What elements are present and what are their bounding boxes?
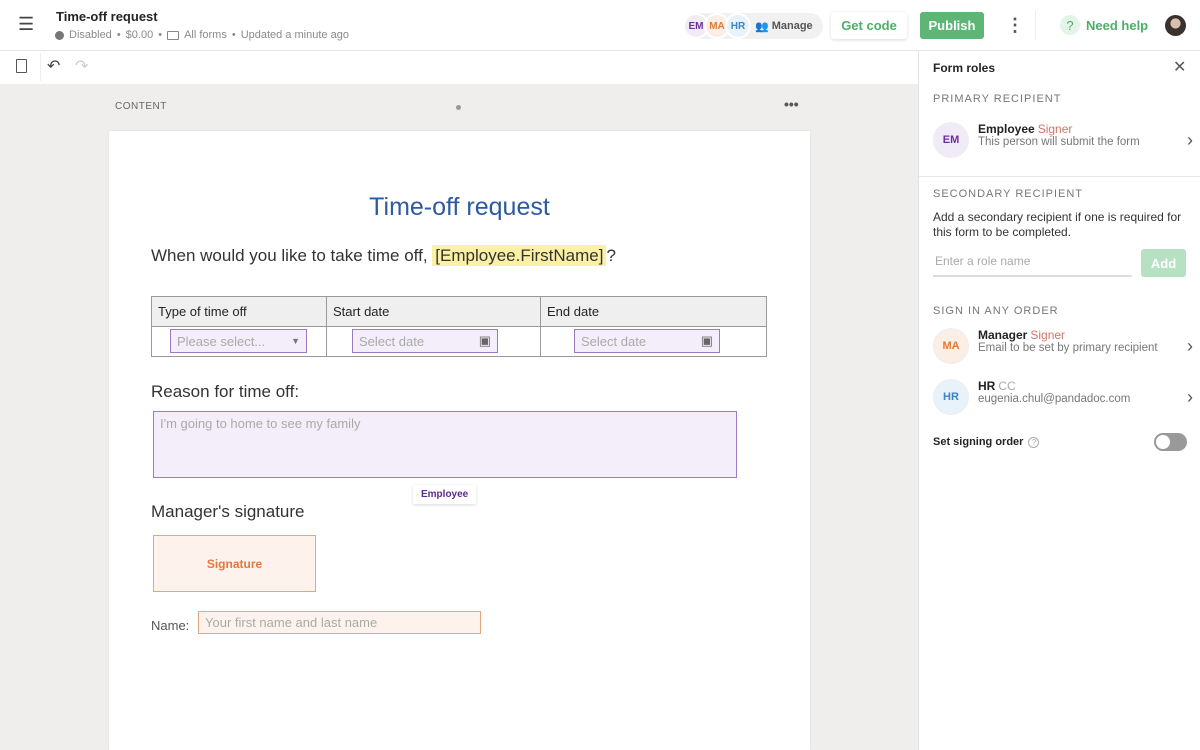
reason-placeholder: I'm going to home to see my family xyxy=(160,416,361,431)
name-input[interactable]: Your first name and last name xyxy=(198,611,481,634)
chevron-right-icon: › xyxy=(1187,387,1193,407)
reason-textarea[interactable]: I'm going to home to see my family xyxy=(153,411,737,478)
info-icon[interactable]: ? xyxy=(1028,436,1040,448)
role-description: eugenia.chul@pandadoc.com xyxy=(978,393,1131,405)
form-question: When would you like to take time off, [E… xyxy=(151,245,616,266)
get-code-button[interactable]: Get code xyxy=(831,12,907,39)
role-item-manager[interactable]: MA Manager Signer Email to be set by prim… xyxy=(933,328,1193,368)
order-heading: SIGN IN ANY ORDER xyxy=(933,305,1059,317)
document-title[interactable]: Time-off request xyxy=(56,9,158,24)
roles-manage[interactable]: EM MA HR 👥 Manage xyxy=(683,13,823,39)
role-name: HR xyxy=(978,379,996,393)
column-header: Type of time off xyxy=(151,296,327,327)
redo-icon[interactable]: ↷ xyxy=(75,56,88,76)
add-role-button[interactable]: Add xyxy=(1141,249,1186,277)
calendar-icon: ▣ xyxy=(478,333,491,348)
status-dot-icon xyxy=(55,30,64,40)
select-placeholder: Please select... xyxy=(177,333,266,349)
more-options-icon[interactable]: ⋮ xyxy=(1006,14,1024,36)
folder-icon xyxy=(167,30,180,40)
form-roles-panel: Form roles ✕ PRIMARY RECIPIENT EM Employ… xyxy=(918,51,1200,750)
column-header: End date xyxy=(540,296,767,327)
signing-order-label: Set signing order xyxy=(933,436,1024,448)
chevron-right-icon: › xyxy=(1187,130,1193,150)
top-bar: ☰ Time-off request Disabled • $0.00 • All … xyxy=(0,0,1200,51)
field-role-tag: Employee xyxy=(413,485,477,504)
end-date-input[interactable]: Select date ▣ xyxy=(574,329,720,353)
signature-field[interactable]: Signature xyxy=(153,535,316,592)
role-avatar: EM xyxy=(933,122,969,158)
date-placeholder: Select date xyxy=(359,333,425,349)
question-end: ? xyxy=(606,246,616,265)
dropdown-icon: ▼ xyxy=(291,336,300,346)
signing-order-toggle[interactable] xyxy=(1154,433,1187,451)
role-description: Email to be set by primary recipient xyxy=(978,342,1158,354)
name-label: Name: xyxy=(151,618,190,633)
help-icon: ? xyxy=(1060,15,1080,35)
role-type: Signer xyxy=(1037,122,1073,136)
price: $0.00 xyxy=(125,29,154,41)
help-label: Need help xyxy=(1086,17,1149,33)
role-avatar: HR xyxy=(933,379,969,415)
primary-heading: PRIMARY RECIPIENT xyxy=(933,93,1062,105)
drag-handle-icon[interactable] xyxy=(456,105,461,110)
role-avatar: HR xyxy=(725,13,751,39)
pages-icon[interactable] xyxy=(16,59,27,73)
variable-token[interactable]: [Employee.FirstName] xyxy=(432,245,607,266)
folder-link[interactable]: All forms xyxy=(184,29,227,41)
secondary-heading: SECONDARY RECIPIENT xyxy=(933,188,1084,200)
undo-icon[interactable]: ↶ xyxy=(47,56,60,76)
updated-text: Updated a minute ago xyxy=(240,29,349,41)
date-placeholder: Select date xyxy=(581,333,647,349)
role-avatar: MA xyxy=(933,328,969,364)
user-avatar[interactable] xyxy=(1165,15,1186,36)
menu-icon[interactable]: ☰ xyxy=(18,15,34,33)
signing-order-row: Set signing order ? xyxy=(933,436,1040,448)
role-name-input[interactable]: Enter a role name xyxy=(933,254,1132,277)
panel-title: Form roles xyxy=(933,61,996,75)
role-type: CC xyxy=(998,379,1016,393)
role-item-employee[interactable]: EM Employee Signer This person will submi… xyxy=(933,122,1193,162)
chevron-right-icon: › xyxy=(1187,336,1193,356)
start-date-input[interactable]: Select date ▣ xyxy=(352,329,498,353)
role-name: Manager xyxy=(978,328,1028,342)
role-name: Employee xyxy=(978,122,1035,136)
form-page: Time-off request When would you like to … xyxy=(109,131,810,750)
column-header: Start date xyxy=(326,296,541,327)
section-label: CONTENT xyxy=(115,101,167,112)
form-title: Time-off request xyxy=(369,193,550,221)
calendar-icon: ▣ xyxy=(700,333,713,348)
publish-button[interactable]: Publish xyxy=(920,12,984,39)
manage-label: Manage xyxy=(771,20,813,32)
close-icon[interactable]: ✕ xyxy=(1173,57,1186,77)
role-item-hr[interactable]: HR HR CC eugenia.chul@pandadoc.com › xyxy=(933,379,1193,419)
secondary-description: Add a secondary recipient if one is requ… xyxy=(933,210,1182,239)
signature-heading: Manager's signature xyxy=(151,502,305,521)
name-placeholder: Your first name and last name xyxy=(205,615,378,630)
role-type: Signer xyxy=(1030,328,1066,342)
document-meta: Disabled • $0.00 • All forms • Updated a mi… xyxy=(55,29,349,41)
people-icon: 👥 xyxy=(755,20,769,33)
help-button[interactable]: ? Need help xyxy=(1060,15,1148,35)
type-select[interactable]: Please select... ▼ xyxy=(170,329,307,353)
status-text: Disabled xyxy=(69,29,112,41)
role-description: This person will submit the form xyxy=(978,136,1140,148)
editor-toolbar: ↶ ↷ xyxy=(0,51,918,84)
question-text: When would you like to take time off, xyxy=(151,246,428,265)
section-options-icon[interactable]: ••• xyxy=(784,96,799,112)
reason-label: Reason for time off: xyxy=(151,382,300,401)
